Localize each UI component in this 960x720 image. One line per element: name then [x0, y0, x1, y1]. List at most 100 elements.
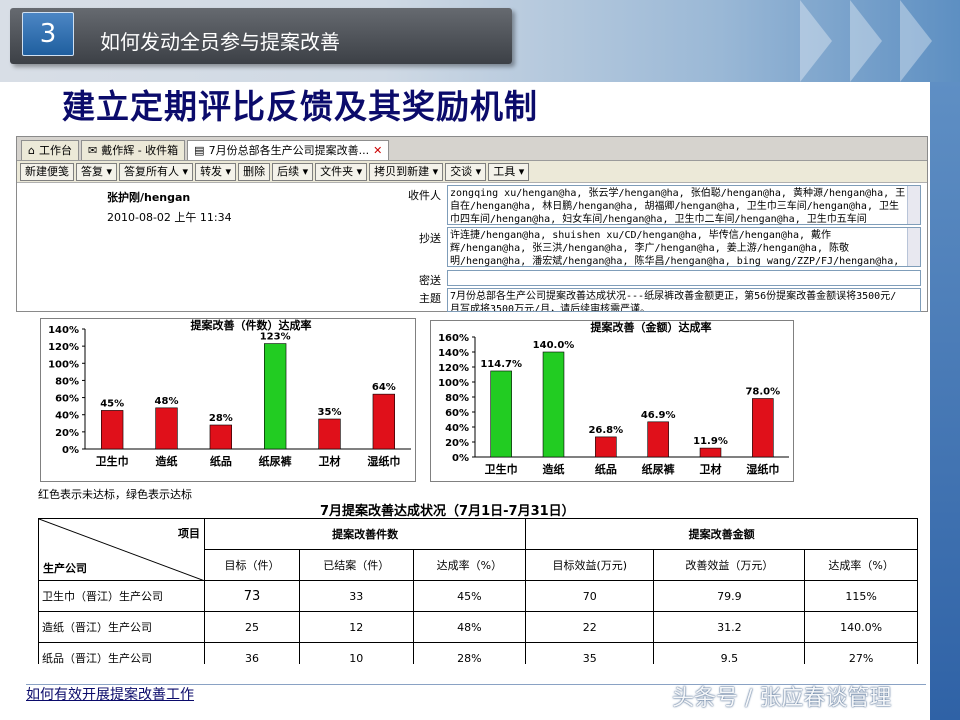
watermark: 头条号 / 张应春谈管理 [672, 686, 892, 711]
y-tick-label: 120% [48, 342, 79, 353]
to-field[interactable]: zongqing xu/hengan@ha, 张云学/hengan@ha, 张伯… [447, 185, 921, 225]
slide-title: 建立定期评比反馈及其奖励机制 [62, 87, 538, 126]
reply-all-button[interactable]: 答复所有人 ▾ [119, 162, 194, 181]
bcc-label: 密送 [419, 274, 441, 287]
y-tick-label: 120% [438, 363, 469, 374]
column-header: 已结案（件） [298, 549, 414, 581]
chevron-decoration [900, 0, 932, 82]
cc-field[interactable]: 许连捷/hengan@ha, shuishen xu/CD/hengan@ha,… [447, 227, 921, 267]
data-label: 114.7% [480, 359, 522, 370]
y-tick-label: 140% [438, 348, 469, 359]
follow-up-button[interactable]: 后续 ▾ [272, 162, 314, 181]
chevron-decoration [850, 0, 882, 82]
bcc-field[interactable] [447, 270, 921, 286]
data-label: 46.9% [641, 410, 676, 421]
forward-button[interactable]: 转发 ▾ [195, 162, 237, 181]
bar [595, 436, 617, 458]
column-header: 目标（件） [204, 549, 300, 581]
bar [699, 447, 722, 458]
bar [264, 343, 287, 450]
data-label: 28% [209, 413, 233, 424]
achievement-table: 项目 生产公司 提案改善件数 提案改善金额 目标（件） 已结案（件） 达成率（%… [38, 518, 918, 674]
new-memo-button[interactable]: 新建便笺 [20, 162, 74, 181]
data-label: 48% [155, 396, 179, 407]
tab-message[interactable]: ▤ 7月份总部各生产公司提案改善... ✕ [187, 140, 390, 160]
window-tabbar: ⌂ 工作台 ✉ 戴作辉 - 收件箱 ▤ 7月份总部各生产公司提案改善... ✕ [17, 137, 927, 161]
table-cell: 73 [204, 580, 300, 612]
side-strip [930, 82, 960, 720]
sender-name: 张护刚/hengan [107, 191, 191, 204]
table-cell: 79.9 [653, 580, 806, 612]
data-label: 140.0% [533, 340, 575, 351]
tools-button[interactable]: 工具 ▾ [488, 162, 530, 181]
bar [647, 421, 669, 458]
chevron-decoration [800, 0, 832, 82]
amount-chart-svg: 提案改善（金额）达成率 0% 20% 40% 60% 80% 100% 120% 140% 160… [438, 320, 789, 476]
copy-to-new-button[interactable]: 拷贝到新建 ▾ [369, 162, 444, 181]
subject-field[interactable]: 7月份总部各生产公司提案改善达成状况---纸尿裤改善金额更正，第56份提案改善金… [447, 288, 921, 312]
delete-button[interactable]: 删除 [238, 162, 271, 181]
table-cell: 12 [298, 611, 414, 643]
data-label: 123% [260, 332, 291, 343]
table-cell: 140.0% [804, 611, 918, 643]
bar [209, 424, 232, 450]
table-cell: 31.2 [653, 611, 806, 643]
scrollbar[interactable] [907, 186, 920, 224]
y-tick-label: 100% [48, 359, 79, 370]
data-label: 45% [100, 398, 124, 409]
tab-label: 工作台 [38, 143, 72, 157]
table-cell: 70 [525, 580, 655, 612]
table-header-row: 项目 生产公司 提案改善件数 提案改善金额 [38, 518, 918, 581]
table-row: 造纸（晋江）生产公司 25 12 48% 22 31.2 140.0% [38, 611, 918, 643]
corner-cell: 项目 生产公司 [38, 518, 205, 581]
x-tick-label: 卫材 [319, 454, 341, 468]
tab-workbench[interactable]: ⌂ 工作台 [21, 140, 79, 160]
bar [318, 418, 341, 450]
column-header: 改善效益（万元） [653, 549, 806, 581]
subject-label: 主题 [419, 292, 441, 305]
mail-window: ⌂ 工作台 ✉ 戴作辉 - 收件箱 ▤ 7月份总部各生产公司提案改善... ✕ … [16, 136, 928, 312]
count-chart-svg: 提案改善（件数）达成率 0% 20% 40% 60% 80% 100% 120% 140% 45%… [48, 318, 411, 468]
mail-icon: ✉ [87, 143, 98, 157]
y-tick-label: 140% [48, 325, 79, 336]
chart-title: 提案改善（金额）达成率 [591, 321, 712, 334]
y-tick-label: 60% [55, 394, 79, 405]
y-tick-label: 40% [445, 423, 469, 434]
to-value: zongqing xu/hengan@ha, 张云学/hengan@ha, 张伯… [450, 188, 906, 225]
data-label: 35% [318, 407, 342, 418]
subject-value: 7月份总部各生产公司提案改善达成状况---纸尿裤改善金额更正，第56份提案改善金… [450, 291, 897, 312]
bar [155, 407, 178, 450]
table-cell: 48% [412, 611, 527, 643]
reply-button[interactable]: 答复 ▾ [76, 162, 118, 181]
scrollbar[interactable] [907, 228, 920, 266]
footer-link[interactable]: 如何有效开展提案改善工作 [26, 684, 194, 704]
bar [752, 398, 774, 458]
home-icon: ⌂ [28, 143, 35, 157]
y-tick-label: 80% [55, 376, 79, 387]
corner-bottom-label: 生产公司 [43, 562, 87, 575]
cc-value: 许连捷/hengan@ha, shuishen xu/CD/hengan@ha,… [450, 230, 900, 267]
chat-button[interactable]: 交谈 ▾ [445, 162, 487, 181]
x-tick-label: 湿纸巾 [367, 454, 400, 468]
tab-label: 戴作辉 - 收件箱 [101, 143, 179, 157]
y-tick-label: 160% [438, 333, 469, 344]
section-number-badge: 3 [22, 12, 74, 56]
bar [100, 410, 124, 450]
bar [542, 351, 565, 458]
y-tick-label: 60% [445, 408, 469, 419]
y-tick-label: 40% [55, 411, 79, 422]
y-tick-label: 0% [452, 453, 469, 464]
group-header-count: 提案改善件数 [203, 518, 527, 550]
x-tick-label: 纸品 [595, 462, 617, 476]
x-tick-label: 湿纸巾 [746, 462, 779, 476]
mail-header-area: 张护刚/hengan 2010-08-02 上午 11:34 收件人 zongq… [17, 183, 927, 312]
company-cell: 卫生巾（晋江）生产公司 [38, 580, 205, 612]
cc-label: 抄送 [419, 232, 441, 245]
close-icon[interactable]: ✕ [373, 142, 382, 160]
tab-inbox[interactable]: ✉ 戴作辉 - 收件箱 [80, 140, 186, 160]
folder-button[interactable]: 文件夹 ▾ [315, 162, 368, 181]
data-label: 26.8% [588, 425, 623, 436]
sent-date: 2010-08-02 上午 11:34 [107, 211, 232, 224]
table-cell: 33 [298, 580, 414, 612]
data-label: 78.0% [745, 387, 780, 398]
